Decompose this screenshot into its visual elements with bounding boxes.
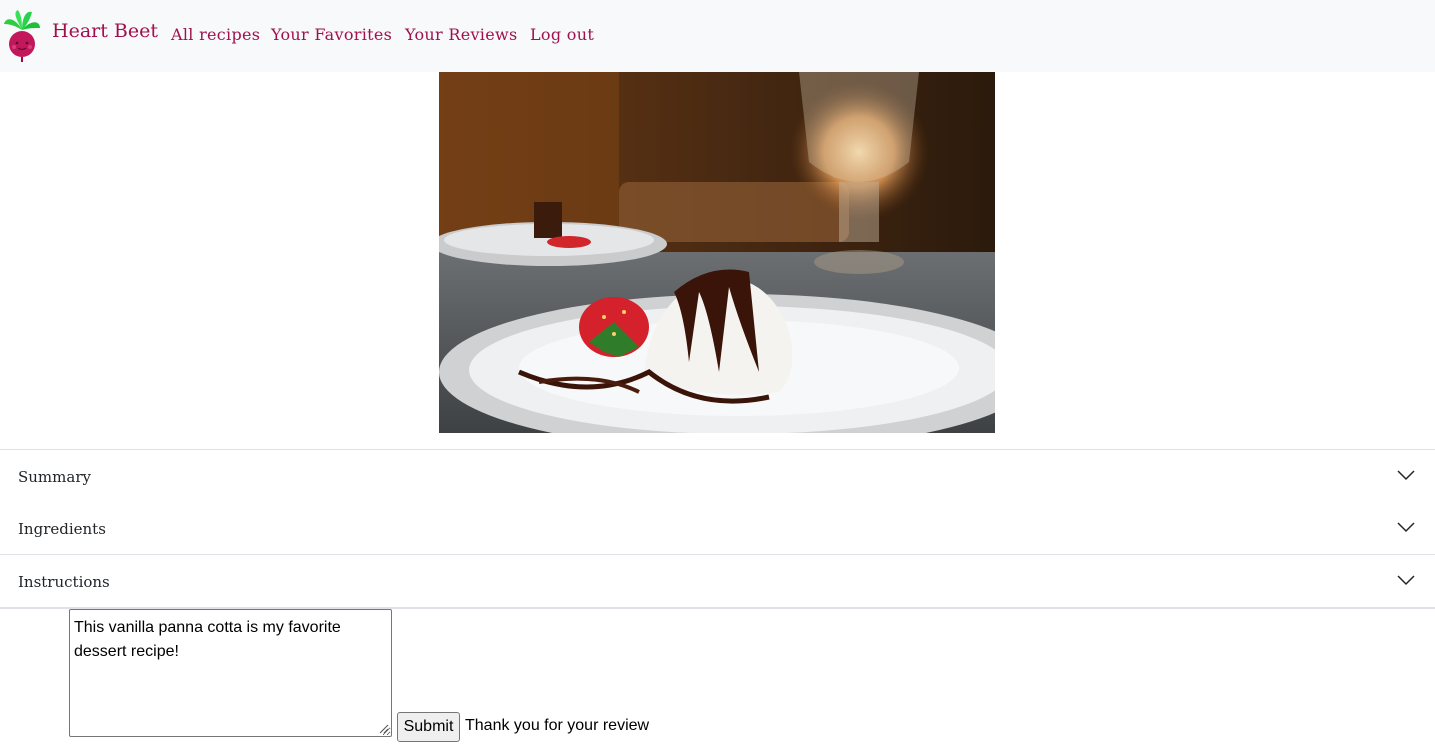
resize-handle-icon[interactable] xyxy=(377,722,389,734)
nav-link-your-favorites[interactable]: Your Favorites xyxy=(271,25,392,44)
dessert-photo xyxy=(439,72,995,433)
brand-name[interactable]: Heart Beet xyxy=(52,20,158,42)
review-status-text: Thank you for your review xyxy=(465,717,650,734)
beet-logo-icon[interactable] xyxy=(2,8,42,62)
nav-link-your-reviews[interactable]: Your Reviews xyxy=(405,25,518,44)
chevron-down-icon[interactable] xyxy=(1397,470,1415,481)
accordion-summary[interactable]: Summary xyxy=(0,450,1435,502)
nav-link-log-out[interactable]: Log out xyxy=(530,25,594,44)
accordion-summary-label: Summary xyxy=(18,468,91,486)
chevron-down-icon[interactable] xyxy=(1397,522,1415,533)
accordion-instructions-label: Instructions xyxy=(18,573,110,591)
accordion-instructions[interactable]: Instructions xyxy=(0,555,1435,607)
recipe-image xyxy=(439,72,995,433)
submit-button[interactable]: Submit xyxy=(397,712,460,742)
review-textarea[interactable]: This vanilla panna cotta is my favorite … xyxy=(69,609,392,737)
chevron-down-icon[interactable] xyxy=(1397,575,1415,586)
accordion-ingredients-label: Ingredients xyxy=(18,520,106,538)
accordion-ingredients[interactable]: Ingredients xyxy=(0,502,1435,554)
nav-link-all-recipes[interactable]: All recipes xyxy=(171,25,260,44)
navbar: Heart Beet All recipes Your Favorites Yo… xyxy=(0,0,1435,72)
